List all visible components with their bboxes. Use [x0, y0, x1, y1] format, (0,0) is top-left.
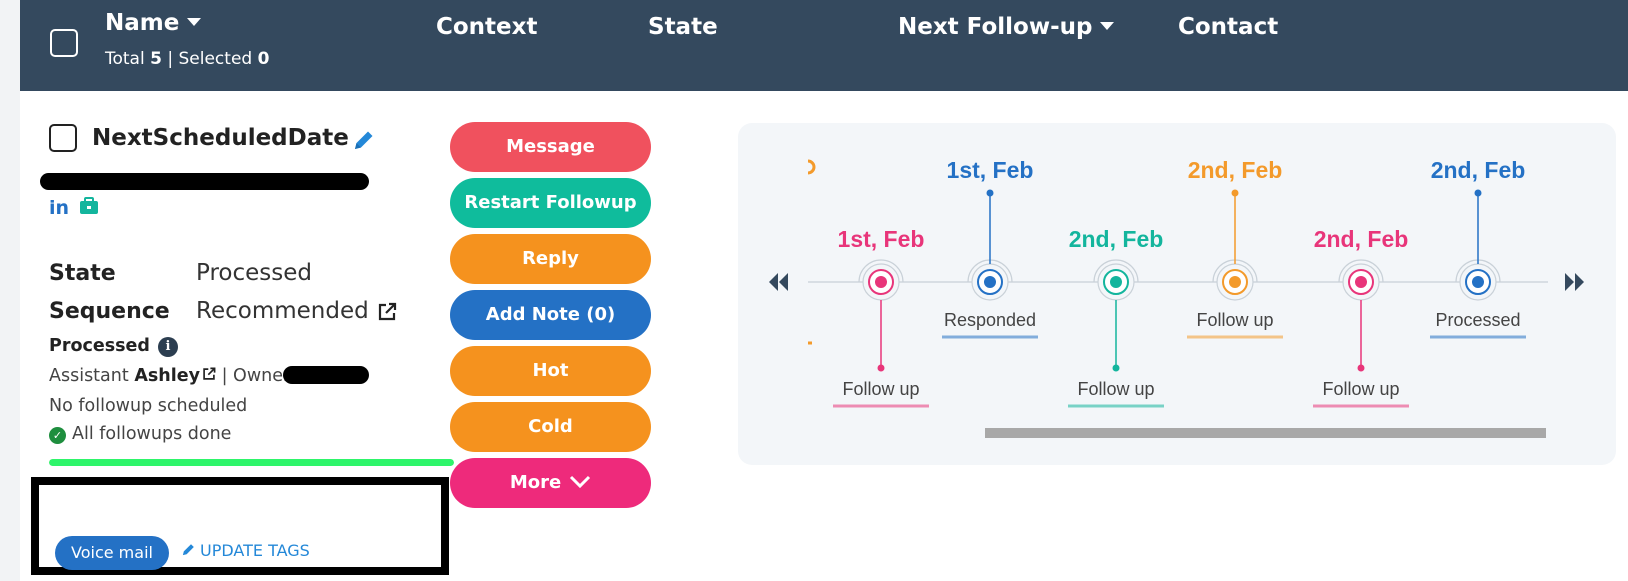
edit-pencil-icon[interactable]: [352, 128, 376, 152]
action-button-restart-followup[interactable]: Restart Followup: [450, 178, 651, 228]
state-key: State: [49, 261, 116, 286]
record-title: NextScheduledDate: [92, 125, 349, 151]
done-status: ✓ All followups done: [49, 424, 231, 444]
timeline-panel: 1st, Feb Follow up 1st, Feb Responded 2nd, F…: [738, 123, 1616, 465]
assistant-line: Assistant Ashley | Owner: [49, 366, 290, 386]
briefcase-icon[interactable]: [79, 197, 99, 215]
info-icon[interactable]: i: [157, 337, 178, 357]
chevron-down-icon: [570, 475, 591, 489]
action-button-reply[interactable]: Reply: [450, 234, 651, 284]
event-node-dot: [984, 276, 996, 288]
timeline-event[interactable]: 2nd, Feb Processed: [1430, 157, 1526, 339]
external-link-icon[interactable]: [377, 302, 397, 322]
separator: |: [167, 49, 174, 69]
sort-caret-icon: [1100, 22, 1115, 30]
fast-forward-arrow-icon[interactable]: [1565, 273, 1584, 291]
update-tags-label: UPDATE TAGS: [200, 541, 310, 560]
action-button-label: Hot: [532, 360, 569, 381]
action-button-add-note-0[interactable]: Add Note (0): [450, 290, 651, 340]
column-context[interactable]: Context: [436, 14, 537, 40]
list-header: Name Total 5 | Selected 0 Context State …: [20, 0, 1628, 91]
column-name[interactable]: Name: [105, 10, 202, 36]
event-date: 1st, Feb: [838, 226, 925, 252]
event-date: 2nd, Feb: [1431, 157, 1526, 183]
progress-fill: [49, 459, 454, 466]
event-node-dot: [1229, 276, 1241, 288]
partial-event-date-mark: [807, 159, 816, 175]
assistant-name[interactable]: Ashley: [134, 366, 200, 386]
event-date: 2nd, Feb: [1069, 226, 1164, 252]
event-date: 2nd, Feb: [1188, 157, 1283, 183]
column-contact[interactable]: Contact: [1178, 14, 1278, 40]
event-label: Processed: [1435, 310, 1520, 330]
sequence-value[interactable]: Recommended: [196, 298, 369, 324]
event-label: Follow up: [1196, 310, 1273, 330]
total-label: Total: [105, 49, 145, 69]
selected-label: Selected: [178, 49, 253, 69]
selection-summary: Total 5 | Selected 0: [105, 49, 269, 69]
followup-progress-bar: [49, 459, 454, 466]
owner-label: | Owner: [221, 366, 291, 386]
event-node-dot: [1110, 276, 1122, 288]
processed-status-text: Processed: [49, 336, 150, 356]
pencil-icon: [182, 544, 194, 556]
timeline-event[interactable]: 2nd, Feb Follow up: [1187, 157, 1283, 339]
assistant-label: Assistant: [49, 366, 129, 386]
event-stem-dot: [1357, 364, 1365, 372]
state-value: Processed: [196, 260, 312, 286]
done-status-text: All followups done: [72, 424, 232, 444]
selected-count: 0: [257, 49, 270, 69]
action-button-cold[interactable]: Cold: [450, 402, 651, 452]
event-node-dot: [1355, 276, 1367, 288]
event-stem-dot: [1112, 364, 1120, 372]
followup-status: No followup scheduled: [49, 396, 248, 416]
action-button-label: Add Note (0): [485, 304, 616, 325]
event-label: Follow up: [1077, 379, 1154, 399]
linkedin-icon[interactable]: in: [49, 197, 69, 219]
event-stem-dot: [986, 189, 994, 197]
action-button-label: Cold: [528, 416, 573, 437]
timeline-scrollbar[interactable]: [985, 428, 1546, 438]
external-link-icon[interactable]: [202, 367, 216, 381]
timeline-chart: 1st, Feb Follow up 1st, Feb Responded 2nd, F…: [769, 157, 1584, 408]
action-button-label: Restart Followup: [464, 192, 637, 213]
column-next-followup[interactable]: Next Follow-up: [898, 14, 1115, 40]
event-label: Follow up: [1322, 379, 1399, 399]
sequence-key: Sequence: [49, 299, 170, 324]
column-state[interactable]: State: [648, 14, 718, 40]
sort-caret-icon: [187, 18, 202, 26]
record-checkbox[interactable]: [49, 124, 77, 152]
column-name-label: Name: [105, 10, 180, 36]
timeline-event[interactable]: 2nd, Feb Follow up: [1068, 226, 1164, 408]
event-node-dot: [1472, 276, 1484, 288]
action-button-hot[interactable]: Hot: [450, 346, 651, 396]
event-label: Follow up: [842, 379, 919, 399]
left-margin: [0, 0, 20, 581]
tag-chip[interactable]: Voice mail: [55, 536, 169, 570]
event-date: 1st, Feb: [947, 157, 1034, 183]
rewind-arrow-icon[interactable]: [769, 273, 788, 291]
action-button-label: More: [509, 472, 562, 493]
total-count: 5: [150, 49, 162, 69]
event-stem-dot: [877, 364, 885, 372]
select-all-checkbox[interactable]: [50, 29, 78, 57]
check-circle-icon: ✓: [49, 427, 66, 444]
event-date: 2nd, Feb: [1314, 226, 1409, 252]
event-stem-dot: [1474, 189, 1482, 197]
redacted-subtitle: [40, 173, 369, 190]
action-button-label: Message: [506, 136, 595, 157]
event-stem-dot: [1231, 189, 1239, 197]
timeline-event[interactable]: 2nd, Feb Follow up: [1313, 226, 1409, 408]
column-next-followup-label: Next Follow-up: [898, 14, 1093, 40]
event-node-dot: [875, 276, 887, 288]
action-button-label: Reply: [522, 248, 579, 269]
action-button-message[interactable]: Message: [450, 122, 651, 172]
redacted-owner: [283, 366, 369, 384]
processed-status: Processed i: [49, 336, 178, 357]
update-tags-link[interactable]: UPDATE TAGS: [181, 541, 310, 560]
action-button-more[interactable]: More: [450, 458, 651, 508]
timeline-event[interactable]: 1st, Feb Responded: [942, 157, 1038, 339]
event-label: Responded: [944, 310, 1036, 330]
timeline-event[interactable]: 1st, Feb Follow up: [833, 226, 929, 408]
